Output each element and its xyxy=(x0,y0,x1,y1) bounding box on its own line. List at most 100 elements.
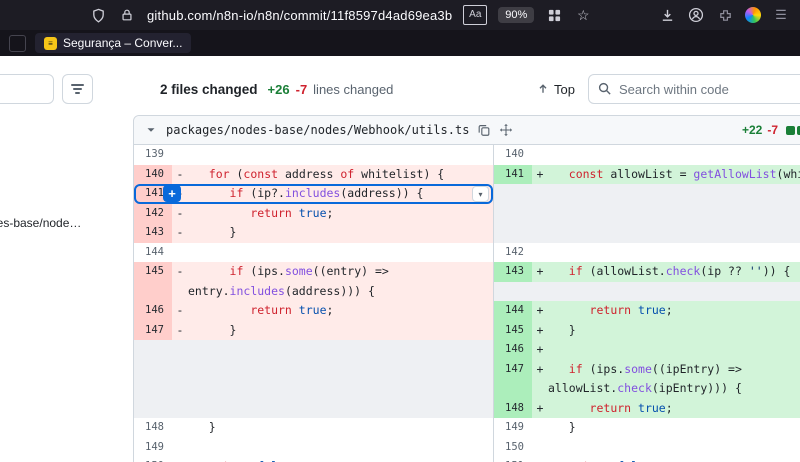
diff-cell-right: 140 xyxy=(493,145,800,165)
code-line: if (ips.some((ipEntry) => xyxy=(548,360,800,380)
line-number[interactable]: 142 xyxy=(494,243,532,263)
line-number[interactable]: 140 xyxy=(134,165,172,185)
back-to-top-link[interactable]: Top xyxy=(537,74,575,104)
diff-marker: + xyxy=(532,165,548,185)
diff-cell-left: 143- } xyxy=(134,223,493,243)
extensions-puzzle-icon[interactable] xyxy=(716,6,734,24)
code-line: return true; xyxy=(188,301,493,321)
line-number[interactable]: 145 xyxy=(134,262,172,282)
search-within-code xyxy=(588,74,800,104)
line-number[interactable]: 149 xyxy=(494,418,532,438)
menu-icon[interactable]: ☰ xyxy=(772,6,790,24)
code-line xyxy=(188,145,493,165)
diff-marker: + xyxy=(532,262,548,282)
diff-marker: - xyxy=(172,165,188,185)
search-icon xyxy=(597,81,612,96)
browser-tab[interactable]: ≡ Segurança – Conver... xyxy=(35,33,191,53)
line-number[interactable]: 143 xyxy=(494,262,532,282)
diff-cell-left xyxy=(134,340,493,360)
add-comment-button[interactable]: + xyxy=(163,185,181,202)
bookmark-star-icon[interactable]: ☆ xyxy=(574,6,592,24)
diff-row: 141- if (ip?.includes(address)) {+▾ xyxy=(134,184,800,204)
line-number[interactable] xyxy=(494,379,532,399)
line-number[interactable]: 145 xyxy=(494,321,532,341)
line-number[interactable]: 139 xyxy=(134,145,172,165)
grid-icon[interactable] xyxy=(545,6,563,24)
file-path[interactable]: packages/nodes-base/nodes/Webhook/utils.… xyxy=(166,123,469,137)
line-number[interactable]: 149 xyxy=(134,438,172,458)
code-line xyxy=(548,243,800,263)
additions-count: +26 xyxy=(268,82,290,97)
diff-marker xyxy=(532,145,548,165)
download-icon[interactable] xyxy=(658,6,676,24)
zoom-indicator[interactable]: 90% xyxy=(498,7,534,23)
code-line xyxy=(548,438,800,458)
diff-marker xyxy=(172,282,188,302)
move-handle-icon[interactable] xyxy=(499,123,513,137)
filter-button[interactable] xyxy=(62,74,93,104)
diff-cell-left: 146- return true; xyxy=(134,301,493,321)
line-number[interactable]: 151 xyxy=(494,457,532,462)
diff-marker: + xyxy=(532,301,548,321)
lock-icon[interactable] xyxy=(118,6,136,24)
tab-favicon-icon: ≡ xyxy=(44,37,57,50)
line-number[interactable]: 144 xyxy=(494,301,532,321)
diff-cell-right: 151 return false; xyxy=(493,457,800,462)
diff-marker: - xyxy=(172,262,188,282)
line-number[interactable] xyxy=(134,282,172,302)
diff-row: 147- }145+ } xyxy=(134,321,800,341)
line-number[interactable]: 150 xyxy=(494,438,532,458)
top-label: Top xyxy=(554,82,575,97)
diff-cell-left: 144 xyxy=(134,243,493,263)
line-number[interactable]: 147 xyxy=(134,321,172,341)
code-line: } xyxy=(188,418,493,438)
shield-icon[interactable] xyxy=(89,6,107,24)
chevron-down-icon[interactable] xyxy=(144,123,158,137)
line-number[interactable]: 143 xyxy=(134,223,172,243)
diff-marker xyxy=(172,438,188,458)
diff-cell-left: 140- for (const address of whitelist) { xyxy=(134,165,493,185)
lines-changed-label: lines changed xyxy=(313,82,393,97)
diff-row: 142- return true; xyxy=(134,204,800,224)
code-line: return true; xyxy=(548,399,800,419)
file-tree-item[interactable]: les-base/node… xyxy=(0,216,81,230)
line-number[interactable]: 146 xyxy=(494,340,532,360)
code-line: return false; xyxy=(188,457,493,462)
copy-path-icon[interactable] xyxy=(477,123,491,137)
line-number[interactable]: 140 xyxy=(494,145,532,165)
diff-cell-right: 147+ if (ips.some((ipEntry) => xyxy=(493,360,800,380)
diff-cell-right: 144+ return true; xyxy=(493,301,800,321)
diff-row: 140- for (const address of whitelist) {1… xyxy=(134,165,800,185)
diff-cell-left: 141- if (ip?.includes(address)) {+▾ xyxy=(134,184,493,204)
line-number[interactable]: 148 xyxy=(494,399,532,419)
line-number[interactable]: 146 xyxy=(134,301,172,321)
github-page: les-base/node… 2 files changed +26 -7 li… xyxy=(0,56,800,462)
line-actions-button[interactable]: ▾ xyxy=(472,186,489,202)
code-line: } xyxy=(548,418,800,438)
file-filter-input[interactable] xyxy=(0,74,54,104)
diff-marker xyxy=(532,418,548,438)
diff-marker xyxy=(172,418,188,438)
code-line xyxy=(548,340,800,360)
line-number[interactable]: 142 xyxy=(134,204,172,224)
line-number[interactable]: 141 xyxy=(494,165,532,185)
translate-icon[interactable]: Aa xyxy=(463,5,487,25)
extension-color-icon[interactable] xyxy=(745,7,761,23)
code-line: if (ip?.includes(address)) { xyxy=(188,184,493,204)
file-deletions: -7 xyxy=(767,123,778,137)
line-number[interactable]: 148 xyxy=(134,418,172,438)
diff-marker xyxy=(172,457,188,462)
diff-marker xyxy=(532,243,548,263)
line-number[interactable]: 147 xyxy=(494,360,532,380)
diff-marker: - xyxy=(172,204,188,224)
account-icon[interactable] xyxy=(687,6,705,24)
line-number[interactable]: 150 xyxy=(134,457,172,462)
diff-cell-left: entry.includes(address))) { xyxy=(134,282,493,302)
browser-tab-strip: ≡ Segurança – Conver... xyxy=(0,30,800,56)
line-number[interactable]: 144 xyxy=(134,243,172,263)
sidebar-toggle-icon[interactable] xyxy=(9,35,26,52)
url-text[interactable]: github.com/n8n-io/n8n/commit/11f8597d4ad… xyxy=(147,8,452,23)
diff-cell-left: 142- return true; xyxy=(134,204,493,224)
search-input[interactable] xyxy=(588,74,800,104)
diff-row: entry.includes(address))) { xyxy=(134,282,800,302)
